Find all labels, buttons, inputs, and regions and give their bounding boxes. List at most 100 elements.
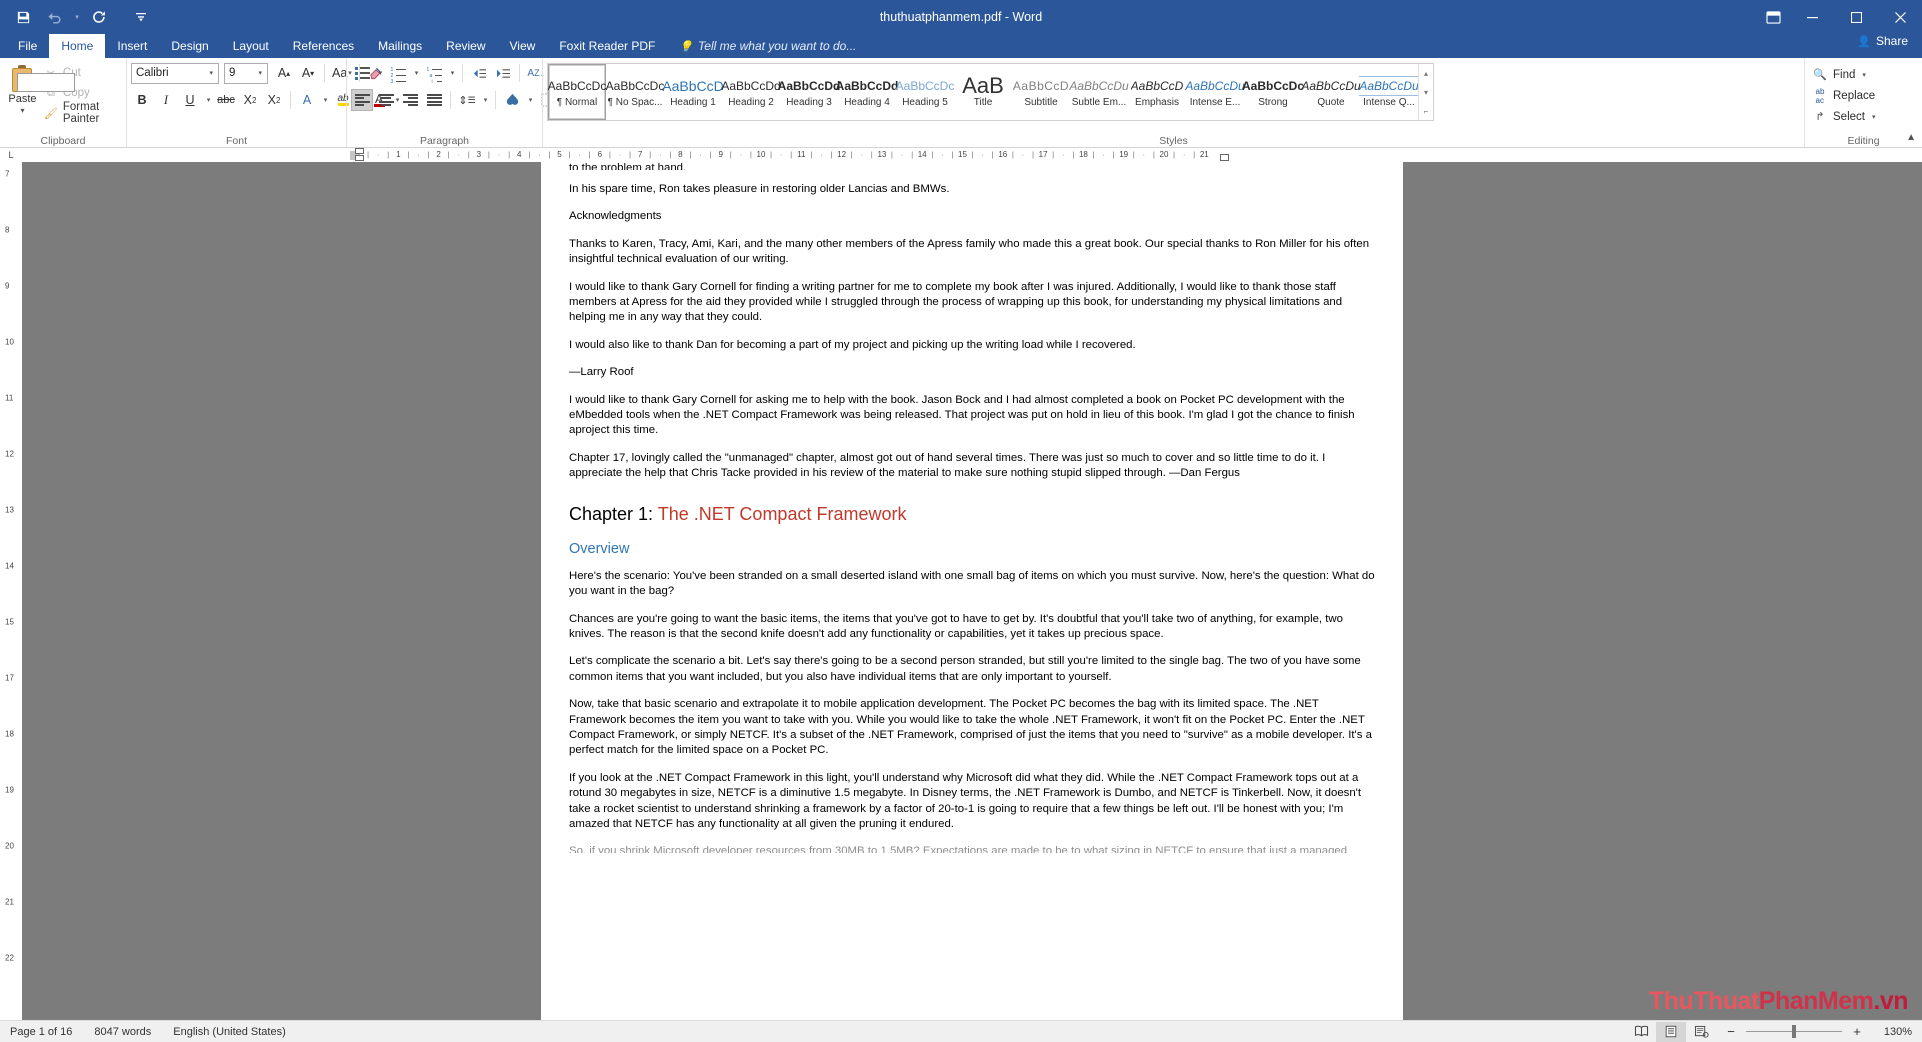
multilevel-list-button[interactable]: 1 a i: [423, 62, 445, 85]
customize-qat-icon[interactable]: [126, 4, 156, 30]
first-line-indent-marker[interactable]: [355, 148, 364, 154]
align-center-button[interactable]: [375, 89, 397, 111]
close-button[interactable]: [1878, 0, 1922, 34]
document-paragraph[interactable]: Now, take that basic scenario and extrap…: [569, 697, 1375, 759]
tab-mailings[interactable]: Mailings: [366, 34, 434, 58]
styles-gallery-scroll[interactable]: ▴ ▾ ⌐: [1418, 64, 1433, 120]
style-heading-5[interactable]: AaBbCcDc Heading 5: [896, 64, 955, 120]
tab-file[interactable]: File: [6, 34, 49, 58]
find-button[interactable]: 🔍 Find ▾: [1809, 65, 1879, 84]
document-paragraph[interactable]: So, if you shrink Microsoft developer re…: [569, 844, 1375, 853]
line-spacing-button[interactable]: ⇕ ☰: [456, 89, 478, 111]
shading-button[interactable]: [501, 89, 523, 111]
italic-button[interactable]: I: [155, 89, 177, 111]
styles-scroll-up-icon[interactable]: ▴: [1419, 64, 1433, 82]
format-painter-button[interactable]: 🖌 Format Painter: [41, 101, 122, 125]
align-left-button[interactable]: [351, 89, 373, 111]
tab-insert[interactable]: Insert: [105, 34, 159, 58]
line-spacing-dropdown-icon[interactable]: ▾: [480, 89, 490, 111]
tab-design[interactable]: Design: [159, 34, 220, 58]
find-dropdown-icon[interactable]: ▾: [1862, 71, 1866, 79]
tab-layout[interactable]: Layout: [221, 34, 281, 58]
style-heading-1[interactable]: AaBbCcD Heading 1: [662, 64, 723, 120]
minimize-button[interactable]: [1790, 0, 1834, 34]
document-paragraph[interactable]: Thanks to Karen, Tracy, Ami, Kari, and t…: [569, 237, 1375, 268]
document-paragraph[interactable]: Acknowledgments: [569, 209, 1375, 224]
document-paragraph[interactable]: to the problem at hand.: [569, 162, 1375, 170]
restore-button[interactable]: [1834, 0, 1878, 34]
undo-dropdown-icon[interactable]: ▾: [72, 4, 82, 30]
language-indicator[interactable]: English (United States): [173, 1026, 286, 1038]
paste-button[interactable]: Paste ▾: [4, 61, 76, 115]
horizontal-ruler[interactable]: 1 | · | 2 | · | 3 | · | 4 | · | 5 | · | 6 | · | 7 | · | 8 | · | 9 | · | 10 | ·…: [22, 148, 1922, 162]
document-paragraph[interactable]: If you look at the .NET Compact Framewor…: [569, 771, 1375, 833]
style-no-spacing[interactable]: AaBbCcDc ¶ No Spac...: [606, 64, 665, 120]
zoom-out-button[interactable]: −: [1724, 1024, 1738, 1039]
select-button[interactable]: ↱ Select ▾: [1809, 107, 1879, 126]
tab-view[interactable]: View: [498, 34, 548, 58]
subscript-button[interactable]: X2: [239, 89, 261, 111]
undo-icon[interactable]: [40, 4, 70, 30]
bullets-button[interactable]: [351, 62, 373, 84]
document-page[interactable]: to the problem at hand. In his spare time…: [541, 162, 1403, 1020]
font-name-combo[interactable]: Calibri ▾: [131, 62, 219, 84]
select-dropdown-icon[interactable]: ▾: [1872, 113, 1876, 121]
styles-more-icon[interactable]: ⌐: [1419, 102, 1433, 120]
styles-scroll-down-icon[interactable]: ▾: [1419, 83, 1433, 101]
style-intense-emphasis[interactable]: AaBbCcDu Intense E...: [1185, 64, 1244, 120]
zoom-slider[interactable]: [1746, 1025, 1842, 1039]
style-subtle-emphasis[interactable]: AaBbCcDu Subtle Em...: [1069, 64, 1128, 120]
web-layout-icon[interactable]: [1686, 1022, 1716, 1042]
redo-icon[interactable]: [84, 4, 114, 30]
decrease-indent-button[interactable]: [468, 62, 490, 84]
word-count[interactable]: 8047 words: [94, 1026, 151, 1038]
grow-font-button[interactable]: A ▴: [273, 62, 295, 84]
font-name-dropdown-icon[interactable]: ▾: [206, 69, 216, 77]
strikethrough-button[interactable]: abc: [215, 89, 237, 111]
text-effects-button[interactable]: A: [296, 89, 318, 111]
tab-foxit-reader-pdf[interactable]: Foxit Reader PDF: [547, 34, 667, 58]
collapse-ribbon-icon[interactable]: ▲: [1906, 132, 1916, 143]
tell-me-box[interactable]: 💡 Tell me what you want to do...: [667, 34, 868, 58]
read-mode-icon[interactable]: [1626, 1022, 1656, 1042]
tab-review[interactable]: Review: [434, 34, 497, 58]
page-indicator[interactable]: Page 1 of 16: [10, 1026, 72, 1038]
zoom-in-button[interactable]: +: [1850, 1024, 1864, 1039]
style-heading-4[interactable]: AaBbCcDd Heading 4: [836, 64, 899, 120]
document-paragraph[interactable]: I would like to thank Gary Cornell for a…: [569, 393, 1375, 439]
style-title[interactable]: AaB Title: [954, 64, 1012, 120]
font-size-combo[interactable]: 9 ▾: [224, 62, 268, 84]
style-normal[interactable]: AaBbCcDc ¶ Normal: [548, 64, 606, 120]
style-quote[interactable]: AaBbCcDu Quote: [1301, 64, 1360, 120]
document-paragraph[interactable]: Let's complicate the scenario a bit. Let…: [569, 654, 1375, 685]
style-heading-3[interactable]: AaBbCcDd Heading 3: [778, 64, 841, 120]
replace-button[interactable]: ab ac Replace: [1809, 86, 1879, 105]
shading-dropdown-icon[interactable]: ▾: [525, 89, 535, 111]
print-layout-icon[interactable]: [1656, 1021, 1686, 1042]
document-paragraph[interactable]: I would also like to thank Dan for becom…: [569, 338, 1375, 353]
shrink-font-button[interactable]: A ▾: [297, 62, 319, 84]
tab-home[interactable]: Home: [49, 34, 106, 58]
bullets-dropdown-icon[interactable]: ▾: [375, 62, 385, 84]
page-canvas[interactable]: to the problem at hand. In his spare time…: [22, 162, 1922, 1020]
font-size-dropdown-icon[interactable]: ▾: [255, 69, 265, 77]
bold-button[interactable]: B: [131, 89, 153, 111]
save-icon[interactable]: [8, 4, 38, 30]
style-heading-2[interactable]: AaBbCcDd Heading 2: [721, 64, 780, 120]
paste-dropdown-icon[interactable]: ▾: [20, 106, 24, 115]
document-paragraph[interactable]: Chapter 17, lovingly called the "unmanag…: [569, 451, 1375, 482]
style-emphasis[interactable]: AaBbCcD Emphasis: [1128, 64, 1186, 120]
document-paragraph[interactable]: I would like to thank Gary Cornell for f…: [569, 280, 1375, 326]
justify-button[interactable]: [423, 89, 445, 111]
right-indent-marker[interactable]: [1220, 154, 1230, 161]
style-subtitle[interactable]: AaBbCcD Subtitle: [1012, 64, 1070, 120]
ribbon-display-options-icon[interactable]: [1756, 0, 1790, 34]
tab-references[interactable]: References: [281, 34, 366, 58]
align-right-button[interactable]: [399, 89, 421, 111]
zoom-level[interactable]: 130%: [1872, 1026, 1912, 1038]
superscript-button[interactable]: X2: [263, 89, 285, 111]
style-intense-quote[interactable]: AaBbCcDu Intense Q...: [1359, 64, 1419, 120]
numbering-dropdown-icon[interactable]: ▾: [411, 62, 421, 84]
document-paragraph[interactable]: —Larry Roof: [569, 365, 1375, 380]
hanging-indent-marker[interactable]: [355, 155, 364, 161]
